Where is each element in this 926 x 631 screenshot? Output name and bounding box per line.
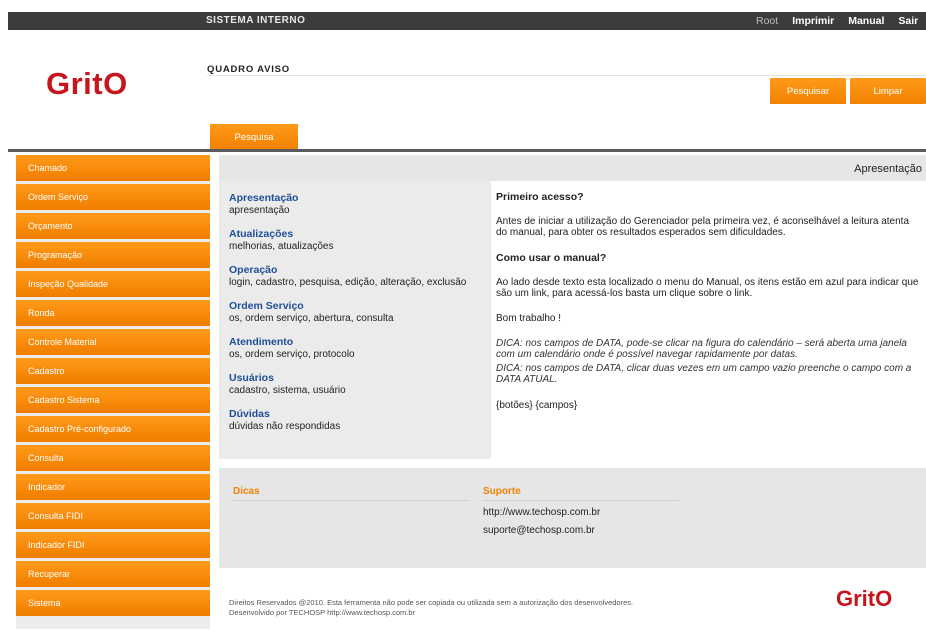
footer-logo: GritO (836, 586, 893, 611)
sidebar-item-recuperar[interactable]: Recuperar (16, 561, 210, 587)
how-to-text: Ao lado desde texto esta localizado o me… (496, 277, 919, 299)
manual-link[interactable]: Manual (848, 15, 884, 27)
how-to-heading: Como usar o manual? (496, 252, 607, 264)
sidebar-item-indicador[interactable]: Indicador (16, 474, 210, 500)
topic-atendimento: Atendimento os, ordem serviço, protocolo (229, 336, 355, 360)
manual-links[interactable]: {botões} {campos} (496, 400, 922, 411)
copyright-text: Direitos Reservados @2010. Esta ferramen… (229, 598, 633, 618)
support-url-link[interactable]: http://www.techosp.com.br (483, 507, 600, 518)
info-box: Dicas Suporte http://www.techosp.com.br … (219, 468, 926, 568)
tip-current-date: DICA: nos campos de DATA, clicar duas ve… (496, 363, 912, 385)
topic-link[interactable]: Apresentação (229, 192, 298, 204)
tips-heading: Dicas (233, 486, 260, 497)
sidebar: Chamado Ordem Serviço Orçamento Programa… (16, 155, 210, 629)
topic-description: login, cadastro, pesquisa, edição, alter… (229, 277, 467, 288)
support-email-link[interactable]: suporte@techosp.com.br (483, 525, 595, 536)
top-bar: SISTEMA INTERNO Root Imprimir Manual Sai… (8, 12, 926, 30)
system-title: SISTEMA INTERNO (206, 15, 306, 26)
user-root-label: Root (756, 15, 779, 27)
sidebar-item-consulta-fidi[interactable]: Consulta FIDI (16, 503, 210, 529)
support-divider (483, 500, 679, 501)
sidebar-item-indicador-fidi[interactable]: Indicador FIDI (16, 532, 210, 558)
top-nav: Root Imprimir Manual Sair (756, 15, 918, 27)
clear-button[interactable]: Limpar (850, 78, 926, 104)
copyright-line: Direitos Reservados @2010. Esta ferramen… (229, 598, 634, 607)
sidebar-item-ronda[interactable]: Ronda (16, 300, 210, 326)
topic-link[interactable]: Usuários (229, 372, 346, 384)
topic-link[interactable]: Operação (229, 264, 466, 276)
sidebar-item-sistema[interactable]: Sistema (16, 590, 210, 616)
tip-calendar: DICA: nos campos de DATA, pode-se clicar… (496, 338, 907, 360)
grito-logo: GritO (46, 66, 128, 101)
topic-link[interactable]: Dúvidas (229, 408, 340, 420)
manual-menu: Apresentação apresentação Atualizações m… (219, 181, 490, 459)
sidebar-item-cadastro[interactable]: Cadastro (16, 358, 210, 384)
sidebar-item-consulta[interactable]: Consulta (16, 445, 210, 471)
topic-description: dúvidas não respondidas (229, 421, 341, 432)
topic-usuarios: Usuários cadastro, sistema, usuário (229, 372, 346, 396)
developer-line: Desenvolvido por TECHOSP http://www.tech… (229, 608, 416, 617)
sidebar-item-ordem-servico[interactable]: Ordem Serviço (16, 184, 210, 210)
page-title: QUADRO AVISO (207, 64, 290, 75)
support-heading: Suporte (483, 486, 521, 497)
sidebar-item-cadastro-pre-configurado[interactable]: Cadastro Pré-configurado (16, 416, 210, 442)
tips-divider (233, 500, 469, 501)
sidebar-item-programacao[interactable]: Programação (16, 242, 210, 268)
good-work-text: Bom trabalho ! (496, 313, 562, 324)
sidebar-item-inspecao-qualidade[interactable]: Inspeção Qualidade (16, 271, 210, 297)
topic-duvidas: Dúvidas dúvidas não respondidas (229, 408, 340, 432)
topic-link[interactable]: Atendimento (229, 336, 355, 348)
topic-description: apresentação (229, 205, 290, 216)
tab-pesquisa[interactable]: Pesquisa (210, 124, 298, 150)
panel-title: Apresentação (854, 163, 922, 175)
topic-operacao: Operação login, cadastro, pesquisa, ediç… (229, 264, 466, 288)
topic-apresentacao: Apresentação apresentação (229, 192, 298, 216)
topic-description: os, ordem serviço, protocolo (229, 349, 355, 360)
first-access-text: Antes de iniciar a utilização do Gerenci… (496, 216, 910, 238)
first-access-heading: Primeiro acesso? (496, 191, 584, 203)
topic-atualizacoes: Atualizações melhorias, atualizações (229, 228, 334, 252)
topic-description: cadastro, sistema, usuário (229, 385, 346, 396)
topic-link[interactable]: Ordem Serviço (229, 300, 394, 312)
search-button[interactable]: Pesquisar (770, 78, 846, 104)
sidebar-item-controle-material[interactable]: Controle Material (16, 329, 210, 355)
header-divider (8, 149, 926, 152)
topic-description: os, ordem serviço, abertura, consulta (229, 313, 394, 324)
topic-description: melhorias, atualizações (229, 241, 334, 252)
topic-ordem-servico: Ordem Serviço os, ordem serviço, abertur… (229, 300, 394, 324)
sidebar-item-orcamento[interactable]: Orçamento (16, 213, 210, 239)
sidebar-item-chamado[interactable]: Chamado (16, 155, 210, 181)
content-panel: Apresentação Apresentação apresentação A… (219, 155, 926, 459)
manual-content: Primeiro acesso? Antes de iniciar a util… (491, 181, 926, 459)
logout-link[interactable]: Sair (898, 15, 918, 27)
print-link[interactable]: Imprimir (792, 15, 834, 27)
title-divider (207, 75, 926, 76)
topic-link[interactable]: Atualizações (229, 228, 334, 240)
sidebar-item-cadastro-sistema[interactable]: Cadastro Sistema (16, 387, 210, 413)
